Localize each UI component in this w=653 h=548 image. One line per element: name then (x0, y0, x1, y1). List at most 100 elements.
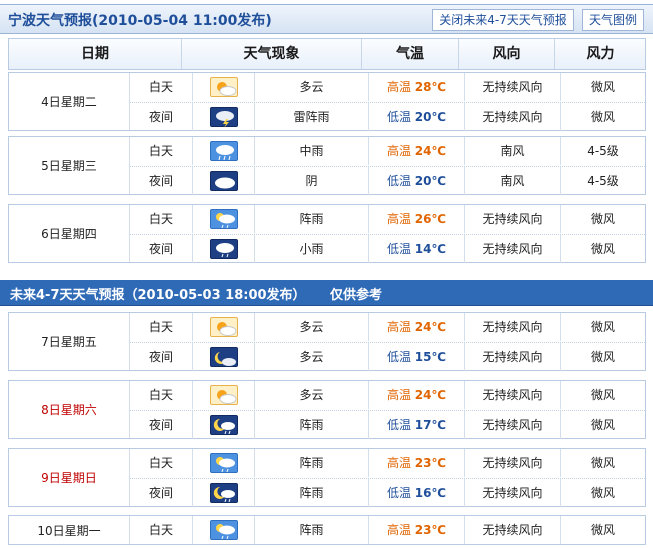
weather-icon-cell (192, 205, 254, 233)
reference-note: 仅供参考 (330, 288, 383, 303)
col-weather: 天气现象 (181, 39, 361, 69)
day-date: 4日星期二 (9, 73, 130, 130)
forecast-row: 夜间 阵雨 低温 16℃ 无持续风向 微风 (130, 478, 645, 507)
weather-icon-cell (192, 235, 254, 263)
temperature: 高温 24℃ (368, 313, 464, 341)
day-date: 8日星期六 (9, 381, 130, 438)
wind-force: 微风 (560, 479, 645, 507)
forecast-row: 夜间 多云 低温 15℃ 无持续风向 微风 (130, 342, 645, 371)
weather-phenomenon: 多云 (254, 73, 368, 101)
weather-icon-cell (192, 381, 254, 409)
period-label: 白天 (148, 456, 173, 470)
period-label: 白天 (148, 80, 173, 94)
wind-force: 微风 (560, 449, 645, 477)
weather-phenomenon: 小雨 (254, 235, 368, 263)
temperature: 高温 23℃ (368, 449, 464, 477)
partly-cloudy-day-icon (209, 317, 238, 337)
wind-direction: 无持续风向 (464, 73, 560, 101)
wind-force: 微风 (560, 516, 645, 544)
period-label: 夜间 (148, 418, 173, 432)
wind-direction: 无持续风向 (464, 343, 560, 371)
weather-icon-cell (192, 479, 254, 507)
forecast-row: 白天 多云 高温 24℃ 无持续风向 微风 (130, 381, 645, 409)
temp-type-label: 低温 (386, 242, 411, 256)
wind-direction: 无持续风向 (464, 205, 560, 233)
wind-force: 微风 (560, 73, 645, 101)
weather-icon-cell (192, 167, 254, 195)
forecast-row: 白天 阵雨 高温 23℃ 无持续风向 微风 (130, 516, 645, 544)
weather-icon-cell (192, 411, 254, 439)
temperature: 低温 20℃ (368, 103, 464, 131)
wind-direction: 南风 (464, 167, 560, 195)
moderate-rain-day-icon (209, 141, 238, 161)
wind-force: 微风 (560, 381, 645, 409)
day-block: 10日星期一 白天 阵雨 高温 23℃ 无持续风向 微风 (8, 515, 646, 545)
forecast-row: 夜间 阵雨 低温 17℃ 无持续风向 微风 (130, 410, 645, 439)
wind-force: 4-5级 (560, 137, 645, 165)
weather-phenomenon: 阴 (254, 167, 368, 195)
period-label: 夜间 (148, 174, 173, 188)
temperature: 高温 24℃ (368, 381, 464, 409)
weather-icon-cell (192, 103, 254, 131)
partly-cloudy-day-icon (209, 77, 238, 97)
table-header: 日期 天气现象 气温 风向 风力 (8, 38, 646, 70)
temp-type-label: 高温 (386, 456, 411, 470)
temp-value: 20℃ (414, 174, 447, 188)
temp-type-label: 低温 (386, 174, 411, 188)
col-date: 日期 (81, 46, 109, 62)
temp-type-label: 高温 (386, 388, 411, 402)
weather-phenomenon: 阵雨 (254, 449, 368, 477)
period-label: 白天 (148, 523, 173, 537)
wind-force: 微风 (560, 103, 645, 131)
temp-value: 24℃ (414, 144, 447, 158)
period-label: 白天 (148, 144, 173, 158)
period-label: 夜间 (148, 350, 173, 364)
close-long-forecast-button[interactable]: 关闭未来4-7天天气预报 (432, 9, 574, 31)
temperature: 高温 24℃ (368, 137, 464, 165)
weather-phenomenon: 阵雨 (254, 205, 368, 233)
forecast-row: 夜间 雷阵雨 低温 20℃ 无持续风向 微风 (130, 102, 645, 131)
day-block: 8日星期六 白天 多云 高温 24℃ 无持续风向 微风 夜间 阵雨 低温 17℃ 无持续风向 微风 (8, 380, 646, 439)
wind-direction: 无持续风向 (464, 449, 560, 477)
temp-value: 24℃ (414, 388, 447, 402)
wind-direction: 南风 (464, 137, 560, 165)
forecast-title-bar: 宁波天气预报(2010-05-04 11:00发布) 关闭未来4-7天天气预报 … (0, 4, 653, 34)
shower-night-icon (209, 415, 238, 435)
temp-value: 24℃ (414, 320, 447, 334)
partly-cloudy-day-icon (209, 385, 238, 405)
temp-type-label: 低温 (386, 350, 411, 364)
weather-icon-cell (192, 449, 254, 477)
weather-phenomenon: 多云 (254, 381, 368, 409)
forecast-row: 白天 阵雨 高温 26℃ 无持续风向 微风 (130, 205, 645, 233)
temp-value: 28℃ (414, 80, 447, 94)
day-date: 9日星期日 (9, 449, 130, 506)
day-date: 7日星期五 (9, 313, 130, 370)
period-label: 白天 (148, 320, 173, 334)
col-wind-force: 风力 (554, 39, 646, 69)
weather-legend-button[interactable]: 天气图例 (582, 9, 644, 31)
col-wind-dir: 风向 (458, 39, 554, 69)
weather-icon-cell (192, 343, 254, 371)
day-block: 7日星期五 白天 多云 高温 24℃ 无持续风向 微风 夜间 多云 低温 15℃ 无持续风向 微风 (8, 312, 646, 371)
temp-type-label: 高温 (386, 144, 411, 158)
temp-value: 23℃ (414, 523, 447, 537)
forecast-row: 夜间 阴 低温 20℃ 南风 4-5级 (130, 166, 645, 195)
temperature: 低温 15℃ (368, 343, 464, 371)
wind-direction: 无持续风向 (464, 235, 560, 263)
temperature: 高温 23℃ (368, 516, 464, 544)
weather-phenomenon: 雷阵雨 (254, 103, 368, 131)
shower-day-icon (209, 209, 238, 229)
day-date: 5日星期三 (9, 137, 130, 194)
weather-phenomenon: 多云 (254, 343, 368, 371)
col-temp: 气温 (361, 39, 458, 69)
temp-type-label: 高温 (386, 523, 411, 537)
temp-value: 14℃ (414, 242, 447, 256)
wind-direction: 无持续风向 (464, 381, 560, 409)
period-label: 夜间 (148, 486, 173, 500)
day-date: 6日星期四 (9, 205, 130, 262)
temp-type-label: 低温 (386, 110, 411, 124)
partly-cloudy-night-icon (209, 347, 238, 367)
forecast-title: 宁波天气预报(2010-05-04 11:00发布) (8, 13, 272, 29)
wind-force: 4-5级 (560, 167, 645, 195)
weather-phenomenon: 阵雨 (254, 479, 368, 507)
